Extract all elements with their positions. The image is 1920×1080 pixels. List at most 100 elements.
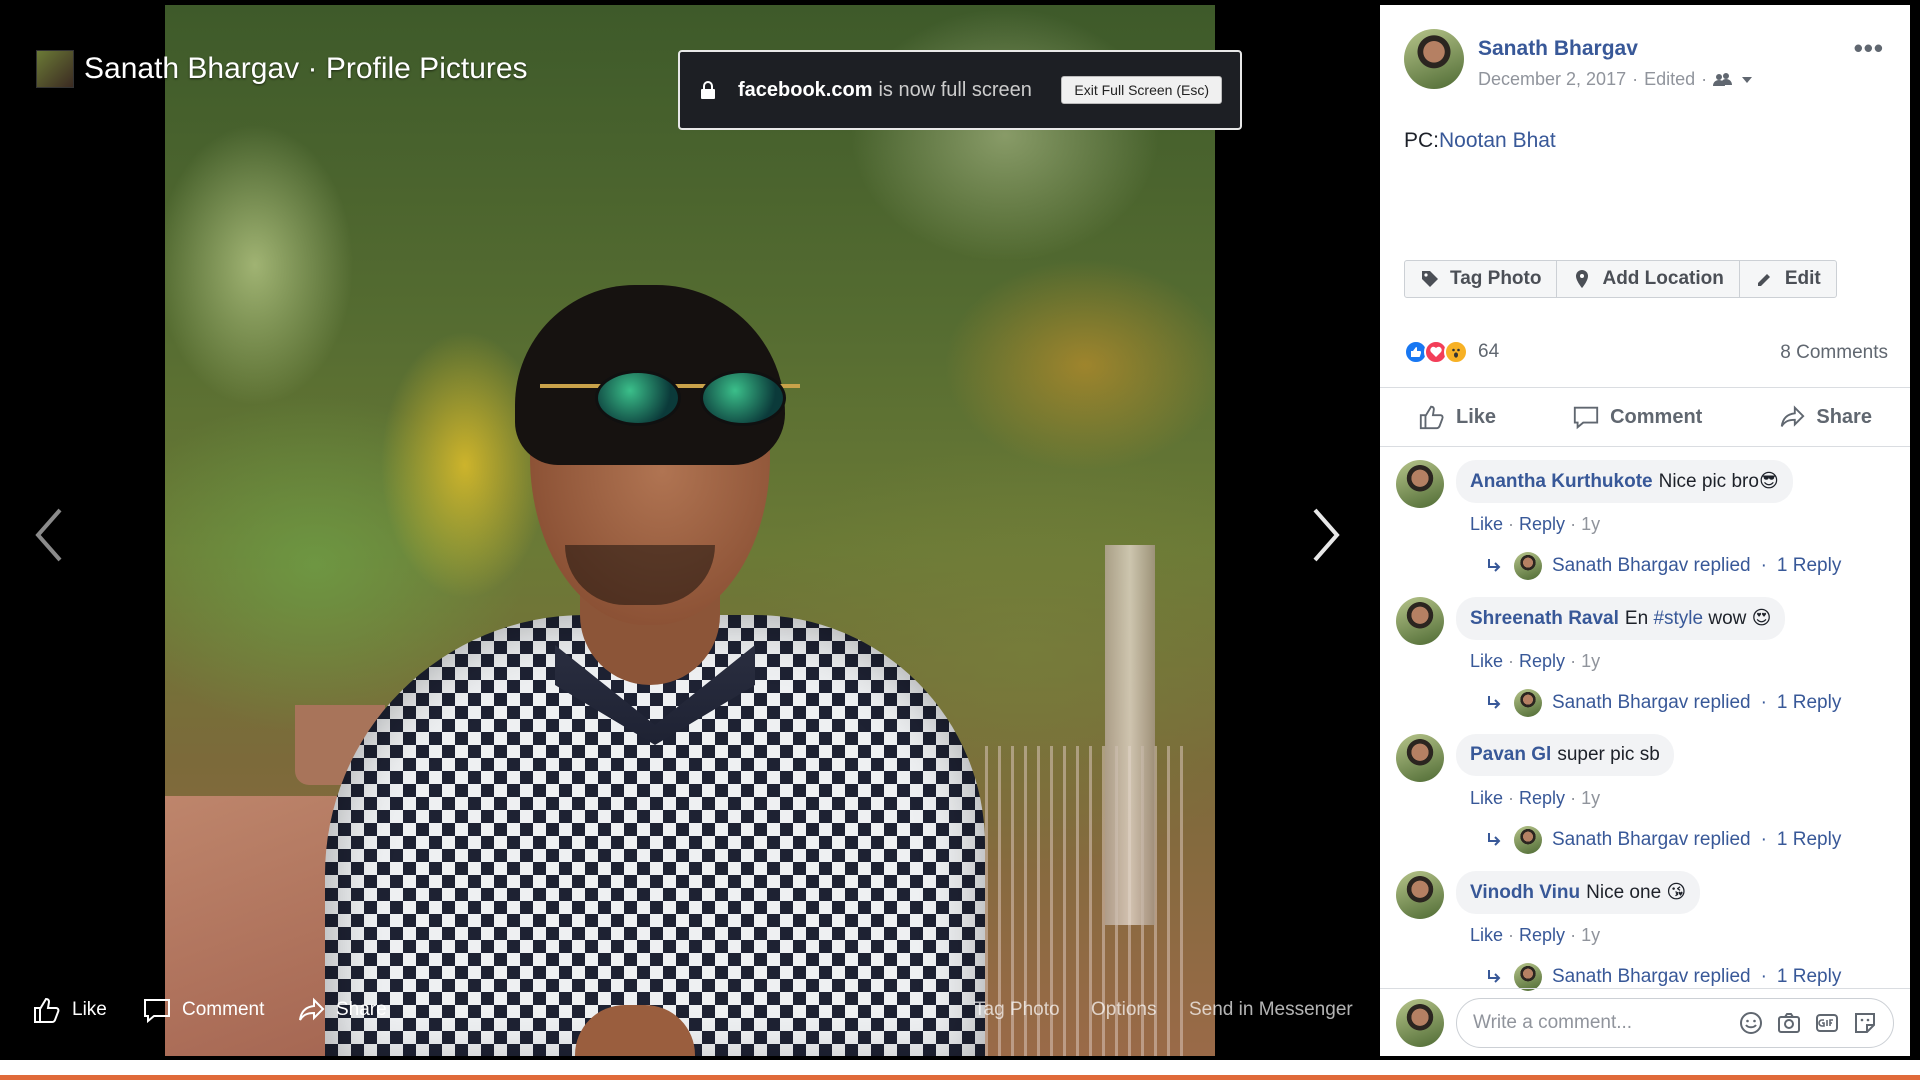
profile-photo[interactable] — [165, 5, 1215, 1056]
reply-count: 1 Reply — [1776, 692, 1842, 713]
view-replies-link[interactable]: Sanath Bhargav replied · 1 Reply — [1486, 963, 1841, 991]
reply-count: 1 Reply — [1776, 829, 1842, 850]
viewer-options-link[interactable]: Options — [1091, 990, 1156, 1030]
commenter-avatar[interactable] — [1396, 460, 1444, 508]
reply-arrow-icon — [1488, 696, 1501, 709]
comment-reply-link[interactable]: Reply — [1519, 651, 1565, 671]
reply-author: Sanath Bhargav replied — [1552, 966, 1751, 987]
viewer-tag-photo-link[interactable]: Tag Photo — [974, 990, 1060, 1030]
comment-like-link[interactable]: Like — [1470, 514, 1503, 534]
comment-bubble: Pavan Gl super pic sb — [1456, 734, 1674, 776]
wow-reaction-icon — [1444, 340, 1468, 364]
fullscreen-domain: facebook.com — [738, 78, 873, 101]
commenter-avatar[interactable] — [1396, 734, 1444, 782]
photo-viewer: Sanath Bhargav · Profile Pictures Like C… — [0, 0, 1380, 1060]
replier-avatar — [1514, 826, 1542, 854]
comment-hashtag[interactable]: #style — [1653, 608, 1703, 629]
comment-like-link[interactable]: Like — [1470, 788, 1503, 808]
post-like-button[interactable]: Like — [1418, 403, 1496, 431]
comment-list: Anantha Kurthukote Nice pic bro😎 Like · R… — [1396, 460, 1896, 1008]
tag-photo-label: Tag Photo — [1450, 268, 1542, 289]
comment-time[interactable]: 1y — [1581, 788, 1600, 808]
replier-avatar — [1514, 552, 1542, 580]
comment-reply-link[interactable]: Reply — [1519, 925, 1565, 945]
comment-reply-link[interactable]: Reply — [1519, 788, 1565, 808]
comment-text: super pic sb — [1557, 744, 1660, 765]
photo-actions-group: Tag Photo Add Location Edit — [1404, 260, 1837, 298]
commenter-avatar[interactable] — [1396, 871, 1444, 919]
post-options-icon[interactable]: ••• — [1854, 33, 1884, 64]
comment-time[interactable]: 1y — [1581, 925, 1600, 945]
view-replies-link[interactable]: Sanath Bhargav replied · 1 Reply — [1486, 826, 1841, 854]
sticker-icon[interactable] — [1853, 1011, 1877, 1035]
emoji-icon[interactable] — [1739, 1011, 1763, 1035]
comment-item: Anantha Kurthukote Nice pic bro😎 Like · R… — [1396, 460, 1896, 597]
edit-button[interactable]: Edit — [1740, 261, 1836, 297]
comment-composer: Write a comment... — [1380, 988, 1910, 1056]
caret-down-icon[interactable] — [1741, 75, 1753, 85]
view-replies-link[interactable]: Sanath Bhargav replied · 1 Reply — [1486, 552, 1841, 580]
tag-photo-button[interactable]: Tag Photo — [1405, 261, 1558, 297]
comment-author[interactable]: Pavan Gl — [1470, 744, 1551, 765]
audience-friends-icon[interactable] — [1713, 72, 1735, 88]
comment-count[interactable]: 8 Comments — [1780, 342, 1888, 364]
viewer-action-bar: Like Comment Share Tag Photo Options Sen… — [0, 990, 1380, 1030]
viewer-title-text[interactable]: Sanath Bhargav · Profile Pictures — [84, 52, 528, 86]
comment-time[interactable]: 1y — [1581, 651, 1600, 671]
gif-icon[interactable] — [1815, 1011, 1839, 1035]
replier-avatar — [1514, 689, 1542, 717]
thumbs-up-icon — [1419, 405, 1444, 430]
viewer-title: Sanath Bhargav · Profile Pictures — [36, 50, 528, 88]
post-edited-label[interactable]: Edited — [1644, 69, 1695, 90]
comment-emoji: 😎 — [1758, 471, 1779, 492]
comment-emoji: 😍 — [1751, 608, 1772, 629]
location-pin-icon — [1576, 270, 1589, 288]
previous-photo-button[interactable] — [30, 505, 70, 565]
post-share-button[interactable]: Share — [1778, 403, 1872, 431]
exit-fullscreen-button[interactable]: Exit Full Screen (Esc) — [1061, 76, 1222, 104]
next-photo-button[interactable] — [1305, 505, 1345, 565]
view-replies-link[interactable]: Sanath Bhargav replied · 1 Reply — [1486, 689, 1841, 717]
post-author-name[interactable]: Sanath Bhargav — [1478, 37, 1753, 61]
lock-icon — [701, 81, 715, 99]
caption-tagged-user[interactable]: Nootan Bhat — [1439, 129, 1556, 152]
add-location-label: Add Location — [1602, 268, 1724, 289]
photo-pillar — [1105, 545, 1155, 925]
comment-actions: Like · Reply · 1y — [1470, 514, 1601, 534]
viewer-share-button[interactable]: Share — [296, 990, 387, 1030]
comment-like-link[interactable]: Like — [1470, 651, 1503, 671]
comment-like-link[interactable]: Like — [1470, 925, 1503, 945]
edit-label: Edit — [1784, 268, 1821, 289]
album-thumbnail[interactable] — [36, 50, 74, 88]
viewer-send-messenger-link[interactable]: Send in Messenger — [1189, 990, 1353, 1030]
post-comment-button[interactable]: Comment — [1572, 403, 1702, 431]
comment-bubble: Anantha Kurthukote Nice pic bro😎 — [1456, 460, 1793, 503]
reaction-summary[interactable]: 64 — [1404, 340, 1499, 364]
viewer-like-button[interactable]: Like — [32, 990, 107, 1030]
viewer-comment-button[interactable]: Comment — [142, 990, 264, 1030]
comment-placeholder: Write a comment... — [1473, 1011, 1633, 1033]
post-date[interactable]: December 2, 2017 — [1478, 69, 1626, 90]
commenter-avatar[interactable] — [1396, 597, 1444, 645]
fullscreen-notice: facebook.com is now full screen Exit Ful… — [678, 50, 1242, 130]
post-share-label: Share — [1816, 405, 1872, 428]
replier-avatar — [1514, 963, 1542, 991]
comment-actions: Like · Reply · 1y — [1470, 788, 1601, 808]
camera-icon[interactable] — [1777, 1011, 1801, 1035]
comment-time[interactable]: 1y — [1581, 514, 1600, 534]
comment-emoji: 😘 — [1666, 882, 1687, 903]
comment-author[interactable]: Vinodh Vinu — [1470, 882, 1580, 903]
comment-author[interactable]: Anantha Kurthukote — [1470, 471, 1653, 492]
chevron-left-icon — [35, 508, 62, 562]
post-header: Sanath Bhargav December 2, 2017 · Edited… — [1404, 29, 1753, 90]
reply-author: Sanath Bhargav replied — [1552, 555, 1751, 576]
add-location-button[interactable]: Add Location — [1557, 261, 1740, 297]
comment-input[interactable]: Write a comment... — [1456, 997, 1894, 1048]
comment-reply-link[interactable]: Reply — [1519, 514, 1565, 534]
accent-bar — [0, 1075, 1920, 1080]
author-avatar[interactable] — [1404, 29, 1464, 89]
comment-author[interactable]: Shreenath Raval — [1470, 608, 1619, 629]
comment-icon — [144, 999, 170, 1024]
reply-author: Sanath Bhargav replied — [1552, 692, 1751, 713]
pencil-icon — [1757, 274, 1770, 286]
